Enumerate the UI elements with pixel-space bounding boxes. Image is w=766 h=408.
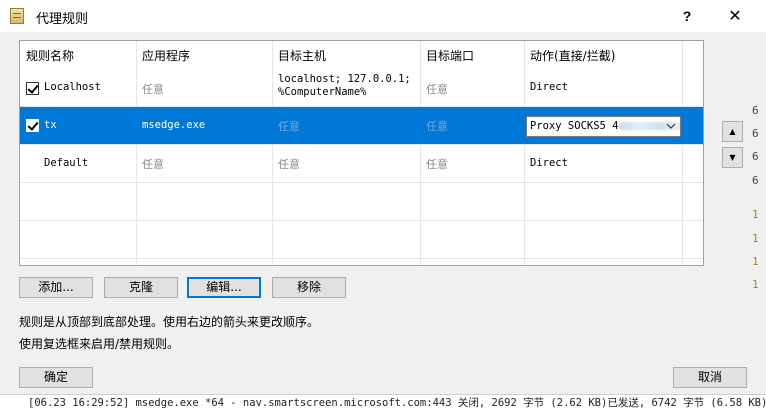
background-text-fragment: 1 xyxy=(752,208,759,221)
rule-host-line1: localhost; 127.0.0.1; xyxy=(278,73,411,85)
rule-action: Direct xyxy=(530,81,568,93)
rule-app: 任意 xyxy=(142,83,164,96)
column-header-name[interactable]: 规则名称 xyxy=(20,41,136,71)
action-select-value: Proxy SOCKS5 4 xyxy=(530,120,619,132)
rule-name: Localhost xyxy=(44,81,101,93)
background-text-fragment: 1 xyxy=(752,232,759,245)
rule-action: Direct xyxy=(530,157,568,169)
column-header-action[interactable]: 动作(直接/拦截) xyxy=(524,41,682,71)
background-log-line: [06.23 16:29:52] msedge.exe *64 - nav.sm… xyxy=(0,394,766,408)
chevron-down-icon[interactable] xyxy=(664,117,678,136)
rule-port: 任意 xyxy=(426,158,448,171)
add-button[interactable]: 添加... xyxy=(19,277,93,298)
arrow-up-icon: ▲ xyxy=(729,127,736,136)
column-header-port[interactable]: 目标端口 xyxy=(420,41,524,71)
rule-host-line2: %ComputerName% xyxy=(278,86,367,98)
rule-app: 任意 xyxy=(142,158,164,171)
checkbox-hint-text: 使用复选框来启用/禁用规则。 xyxy=(19,337,180,351)
rules-grid: 规则名称 应用程序 目标主机 目标端口 动作(直接/拦截) Localhost … xyxy=(20,41,703,265)
background-text-fragment: 1 xyxy=(752,255,759,268)
rule-host: 任意 xyxy=(278,158,300,171)
background-text-fragment: 1 xyxy=(752,278,759,291)
background-text-fragment: 6 xyxy=(752,174,759,187)
background-text-fragment: 6 xyxy=(752,127,759,140)
rules-table[interactable]: 规则名称 应用程序 目标主机 目标端口 动作(直接/拦截) Localhost … xyxy=(19,40,704,266)
arrow-down-icon: ▼ xyxy=(729,153,736,162)
ok-button[interactable]: 确定 xyxy=(19,367,93,388)
action-select[interactable]: Proxy SOCKS5 4 xyxy=(526,116,681,137)
background-text-fragment: 6 xyxy=(752,150,759,163)
rule-host: 任意 xyxy=(278,120,300,133)
rule-enabled-checkbox[interactable] xyxy=(26,119,39,132)
rule-enabled-checkbox[interactable] xyxy=(26,82,39,95)
move-up-button[interactable]: ▲ xyxy=(722,121,743,142)
table-row-selected[interactable]: tx msedge.exe 任意 任意 Proxy SOCKS5 4 xyxy=(20,107,703,144)
rule-name: Default xyxy=(44,157,89,169)
table-row[interactable]: Localhost 任意 localhost; 127.0.0.1; %Comp… xyxy=(20,71,703,106)
log-text: [06.23 16:29:52] msedge.exe *64 - nav.sm… xyxy=(28,397,766,408)
rule-app: msedge.exe xyxy=(142,119,206,131)
background-window-edge xyxy=(0,32,6,394)
rule-port: 任意 xyxy=(426,120,448,133)
column-header-app[interactable]: 应用程序 xyxy=(136,41,272,71)
rule-port: 任意 xyxy=(426,83,448,96)
clone-button[interactable]: 克隆 xyxy=(104,277,178,298)
row-divider xyxy=(20,258,703,259)
move-down-button[interactable]: ▼ xyxy=(722,147,743,168)
background-text-fragment: 6 xyxy=(752,104,759,117)
rules-document-icon xyxy=(10,8,24,24)
order-hint-text: 规则是从顶部到底部处理。使用右边的箭头来更改顺序。 xyxy=(19,315,320,329)
edit-button[interactable]: 编辑... xyxy=(187,277,261,298)
title-bar: 代理规则 ? ✕ xyxy=(0,0,766,32)
window-title: 代理规则 xyxy=(36,12,89,27)
row-divider xyxy=(20,182,703,183)
rule-name: tx xyxy=(44,119,57,131)
column-header-host[interactable]: 目标主机 xyxy=(272,41,420,71)
help-button[interactable]: ? xyxy=(664,0,710,32)
close-button[interactable]: ✕ xyxy=(712,0,758,32)
cancel-button[interactable]: 取消 xyxy=(673,367,747,388)
row-divider xyxy=(20,220,703,221)
remove-button[interactable]: 移除 xyxy=(272,277,346,298)
table-row[interactable]: Default 任意 任意 任意 Direct xyxy=(20,145,703,182)
